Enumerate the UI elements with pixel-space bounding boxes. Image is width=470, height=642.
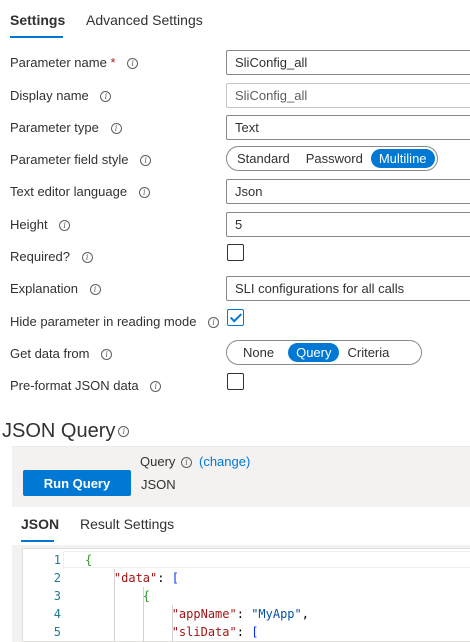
info-icon[interactable]: i: [59, 220, 71, 231]
display-name-text: Display name: [10, 88, 89, 103]
parameter-type-dropdown[interactable]: Text: [226, 115, 470, 140]
info-icon[interactable]: i: [100, 91, 112, 102]
required-text: Required?: [10, 249, 70, 264]
required-asterisk: *: [110, 55, 116, 70]
field-style-multiline[interactable]: Multiline: [370, 149, 435, 168]
parameter-name-text: Parameter name: [10, 55, 107, 70]
explanation-input[interactable]: SLI configurations for all calls: [226, 276, 470, 301]
field-style-password[interactable]: Password: [298, 149, 371, 168]
editor-language-text: Text editor language: [10, 184, 128, 199]
parameter-name-label: Parameter name * i: [10, 55, 139, 70]
preformat-text: Pre-format JSON data: [10, 378, 139, 393]
tab-json[interactable]: JSON: [21, 516, 59, 532]
line-number: 1: [53, 553, 61, 567]
get-data-toggle: None Query Criteria: [226, 340, 422, 365]
json-query-title: JSON Query i: [2, 420, 130, 443]
height-text: Height: [10, 217, 48, 232]
preformat-checkbox[interactable]: [227, 373, 244, 390]
editor-language-label: Text editor language i: [10, 184, 150, 199]
field-style-standard[interactable]: Standard: [229, 149, 298, 168]
info-icon[interactable]: i: [150, 381, 162, 392]
required-label: Required? i: [10, 249, 93, 264]
info-icon[interactable]: i: [81, 252, 93, 263]
display-name-input[interactable]: SliConfig_all: [226, 83, 470, 108]
info-icon[interactable]: i: [110, 123, 122, 134]
height-input[interactable]: 5: [226, 212, 470, 237]
info-icon[interactable]: i: [140, 155, 152, 166]
info-icon[interactable]: i: [127, 58, 139, 69]
info-icon[interactable]: i: [89, 284, 101, 295]
query-label: Query i: [140, 454, 193, 469]
current-line-highlight: [63, 551, 470, 568]
field-style-toggle: Standard Password Multiline: [226, 146, 438, 171]
code-line: {: [142, 589, 151, 603]
get-data-text: Get data from: [10, 346, 90, 361]
field-style-label: Parameter field style i: [10, 152, 152, 167]
hide-param-text: Hide parameter in reading mode: [10, 314, 197, 329]
info-icon[interactable]: i: [181, 457, 193, 468]
tab-settings[interactable]: Settings: [10, 12, 65, 28]
json-query-title-text: JSON Query: [2, 420, 116, 442]
explanation-label: Explanation i: [10, 281, 101, 296]
json-editor[interactable]: 1 2 3 4 5 { "data": [ { "appName": "MyAp…: [22, 548, 470, 642]
get-data-none[interactable]: None: [229, 343, 288, 362]
line-number: 5: [53, 625, 61, 639]
code-line: "appName": "MyApp",: [171, 607, 309, 621]
tab-result-settings[interactable]: Result Settings: [80, 516, 174, 532]
parameter-type-text: Parameter type: [10, 120, 99, 135]
settings-tabbar: Settings Advanced Settings: [0, 0, 470, 40]
hide-param-checkbox[interactable]: [227, 309, 244, 326]
parameter-name-input[interactable]: SliConfig_all: [226, 50, 470, 75]
preformat-label: Pre-format JSON data i: [10, 378, 162, 393]
get-data-criteria[interactable]: Criteria: [339, 343, 397, 362]
code-line: {: [85, 553, 93, 567]
line-number: 2: [53, 571, 61, 585]
info-icon[interactable]: i: [101, 349, 113, 360]
run-query-button[interactable]: Run Query: [23, 470, 131, 496]
get-data-query[interactable]: Query: [288, 343, 340, 362]
change-query-link[interactable]: (change): [199, 454, 250, 469]
parameter-type-label: Parameter type i: [10, 120, 122, 135]
line-number: 3: [53, 589, 61, 603]
editor-language-dropdown[interactable]: Json: [226, 179, 470, 204]
required-checkbox[interactable]: [227, 244, 244, 261]
info-icon[interactable]: i: [118, 426, 130, 437]
code-line: "sliData": [: [171, 625, 259, 639]
tab-advanced-settings[interactable]: Advanced Settings: [86, 12, 203, 28]
query-label-text: Query: [140, 454, 176, 469]
explanation-text: Explanation: [10, 281, 78, 296]
query-type-value: JSON: [141, 477, 176, 492]
info-icon[interactable]: i: [138, 187, 150, 198]
hide-param-label: Hide parameter in reading mode i: [10, 314, 220, 329]
active-tab-indicator: [10, 36, 63, 38]
line-number: 4: [53, 607, 61, 621]
info-icon[interactable]: i: [208, 317, 220, 328]
get-data-label: Get data from i: [10, 346, 113, 361]
query-tabbar: JSON Result Settings: [12, 507, 470, 545]
height-label: Height i: [10, 217, 71, 232]
field-style-text: Parameter field style: [10, 152, 129, 167]
code-line: "data": [: [113, 571, 179, 585]
display-name-label: Display name i: [10, 88, 112, 103]
active-tab-indicator: [21, 540, 54, 542]
